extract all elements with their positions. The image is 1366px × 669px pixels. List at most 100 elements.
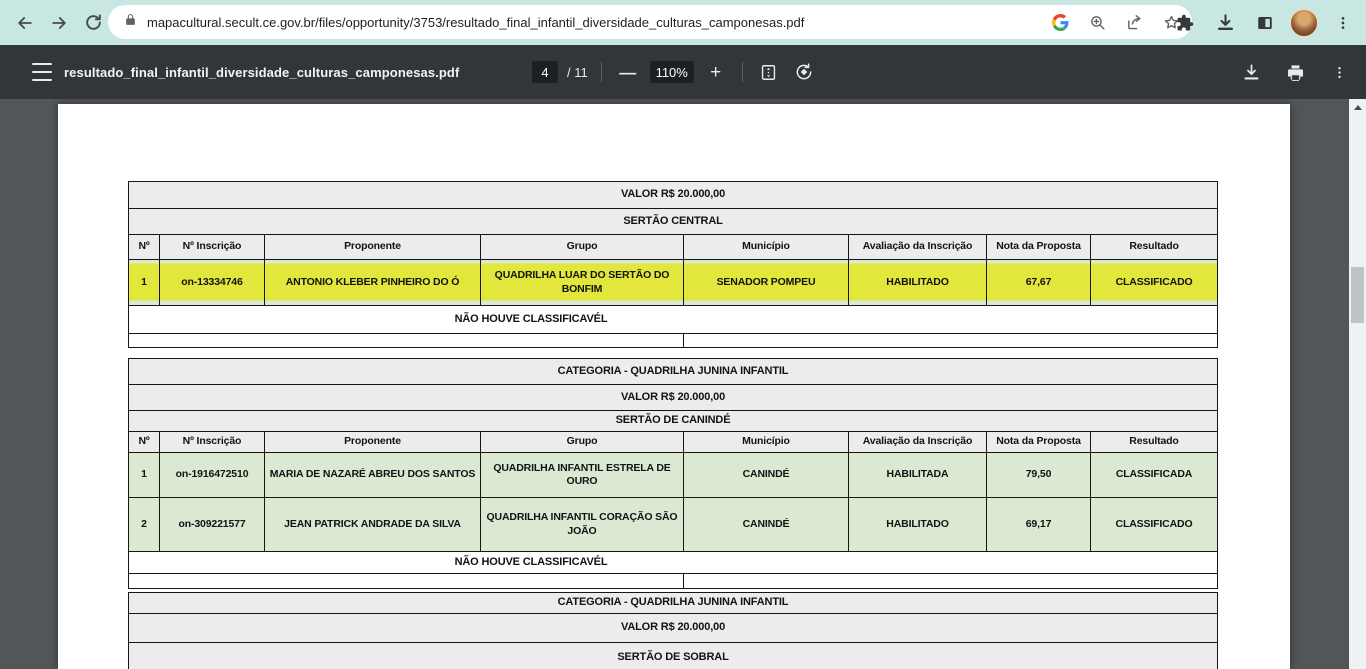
col-header: Avaliação da Inscrição	[849, 432, 987, 453]
rotate-button[interactable]	[791, 59, 817, 85]
cell-inscricao: on-309221577	[160, 498, 265, 552]
minus-icon: —	[619, 64, 636, 81]
col-header: Nº Inscrição	[160, 235, 265, 260]
table-sertao-caninde: CATEGORIA - QUADRILHA JUNINA INFANTIL VA…	[128, 358, 1218, 589]
table-row-highlighted: 1 on-13334746 ANTONIO KLEBER PINHEIRO DO…	[129, 260, 1218, 306]
zoom-level[interactable]: 110%	[650, 61, 694, 83]
google-g-icon[interactable]	[1052, 14, 1069, 31]
url-bar[interactable]: mapacultural.secult.ce.gov.br/files/oppo…	[108, 5, 1192, 39]
zoom-out-button[interactable]: —	[615, 59, 641, 85]
col-header: Nº	[129, 432, 160, 453]
zoom-in-button[interactable]: +	[703, 59, 729, 85]
value-row: VALOR R$ 20.000,00	[129, 614, 1218, 643]
col-header: Grupo	[481, 235, 684, 260]
cell-inscricao: on-13334746	[160, 260, 265, 306]
empty-cell	[129, 574, 684, 589]
split-screen-icon	[1256, 14, 1274, 32]
table-sertao-central: VALOR R$ 20.000,00 SERTÃO CENTRAL Nº Nº …	[128, 181, 1218, 348]
print-icon	[1286, 63, 1305, 82]
region-row: SERTÃO DE SOBRAL	[129, 643, 1218, 669]
more-vertical-icon	[1335, 15, 1351, 31]
cell-grupo: QUADRILHA INFANTIL CORAÇÃO SÃO JOÃO	[481, 498, 684, 552]
category-row: CATEGORIA - QUADRILHA JUNINA INFANTIL	[129, 359, 1218, 385]
page-number-input[interactable]: 4	[532, 61, 558, 83]
forward-icon	[49, 13, 69, 33]
page-total: / 11	[567, 65, 588, 80]
profile-avatar[interactable]	[1290, 9, 1318, 37]
cell-nota: 69,17	[987, 498, 1091, 552]
browser-menu-button[interactable]	[1328, 6, 1358, 40]
cell-resultado: CLASSIFICADO	[1091, 498, 1218, 552]
extensions-button[interactable]	[1170, 6, 1200, 40]
pdf-filename: resultado_final_infantil_diversidade_cul…	[64, 45, 459, 99]
col-header: Grupo	[481, 432, 684, 453]
col-header: Proponente	[265, 235, 481, 260]
cell-nota: 67,67	[987, 260, 1091, 306]
rotate-icon	[794, 62, 814, 82]
table-sertao-sobral: CATEGORIA - QUADRILHA JUNINA INFANTIL VA…	[128, 592, 1218, 669]
back-button[interactable]	[8, 6, 42, 40]
pdf-page: VALOR R$ 20.000,00 SERTÃO CENTRAL Nº Nº …	[58, 104, 1290, 669]
cell-proponente: MARIA DE NAZARÉ ABREU DOS SANTOS	[265, 453, 481, 498]
toolbar-separator	[601, 62, 602, 82]
cell-num: 1	[129, 453, 160, 498]
value-row: VALOR R$ 20.000,00	[129, 385, 1218, 411]
split-screen-button[interactable]	[1250, 6, 1280, 40]
table-row: 1 on-1916472510 MARIA DE NAZARÉ ABREU DO…	[129, 453, 1218, 498]
plus-icon: +	[710, 63, 721, 82]
col-header: Município	[684, 235, 849, 260]
col-header: Resultado	[1091, 432, 1218, 453]
lock-icon	[124, 13, 137, 31]
col-header: Nota da Proposta	[987, 235, 1091, 260]
col-header: Avaliação da Inscrição	[849, 235, 987, 260]
more-vertical-icon	[1332, 65, 1347, 80]
cell-num: 2	[129, 498, 160, 552]
share-icon[interactable]	[1126, 14, 1143, 31]
download-icon	[1216, 13, 1235, 32]
cell-municipio: CANINDÉ	[684, 498, 849, 552]
reload-button[interactable]	[76, 6, 110, 40]
value-row: VALOR R$ 20.000,00	[129, 182, 1218, 209]
region-row: SERTÃO CENTRAL	[129, 209, 1218, 235]
reload-icon	[84, 13, 103, 32]
col-header: Proponente	[265, 432, 481, 453]
empty-cell	[684, 574, 1218, 589]
cell-resultado: CLASSIFICADO	[1091, 260, 1218, 306]
pdf-viewer: VALOR R$ 20.000,00 SERTÃO CENTRAL Nº Nº …	[0, 99, 1366, 669]
zoom-in-icon[interactable]	[1089, 14, 1106, 31]
print-button[interactable]	[1282, 59, 1308, 85]
col-header: Resultado	[1091, 235, 1218, 260]
url-text: mapacultural.secult.ce.gov.br/files/oppo…	[147, 15, 1040, 30]
cell-avaliacao: HABILITADA	[849, 453, 987, 498]
cell-municipio: CANINDÉ	[684, 453, 849, 498]
cell-municipio: SENADOR POMPEU	[684, 260, 849, 306]
back-icon	[15, 13, 35, 33]
pdf-more-button[interactable]	[1326, 59, 1352, 85]
col-header: Município	[684, 432, 849, 453]
scrollbar-up-arrow[interactable]	[1349, 99, 1366, 115]
cell-grupo: QUADRILHA INFANTIL ESTRELA DE OURO	[481, 453, 684, 498]
cell-avaliacao: HABILITADO	[849, 498, 987, 552]
forward-button[interactable]	[42, 6, 76, 40]
cell-inscricao: on-1916472510	[160, 453, 265, 498]
cell-proponente: ANTONIO KLEBER PINHEIRO DO Ó	[265, 260, 481, 306]
col-header: Nº	[129, 235, 160, 260]
scrollbar[interactable]	[1349, 99, 1366, 669]
fit-page-button[interactable]	[756, 59, 782, 85]
pdf-menu-button[interactable]	[22, 61, 62, 83]
empty-cell	[684, 334, 1218, 348]
scrollbar-thumb[interactable]	[1351, 267, 1364, 323]
cell-nota: 79,50	[987, 453, 1091, 498]
downloads-button[interactable]	[1210, 6, 1240, 40]
page-fit-icon	[759, 63, 778, 82]
no-result-row: NÃO HOUVE CLASSIFICAVÉL	[131, 313, 931, 327]
region-row: SERTÃO DE CANINDÉ	[129, 411, 1218, 432]
browser-toolbar: mapacultural.secult.ce.gov.br/files/oppo…	[0, 0, 1366, 45]
download-icon	[1242, 63, 1261, 82]
category-row: CATEGORIA - QUADRILHA JUNINA INFANTIL	[129, 593, 1218, 614]
table-row: 2 on-309221577 JEAN PATRICK ANDRADE DA S…	[129, 498, 1218, 552]
cell-proponente: JEAN PATRICK ANDRADE DA SILVA	[265, 498, 481, 552]
cell-num: 1	[129, 260, 160, 306]
pdf-download-button[interactable]	[1238, 59, 1264, 85]
toolbar-separator	[742, 62, 743, 82]
